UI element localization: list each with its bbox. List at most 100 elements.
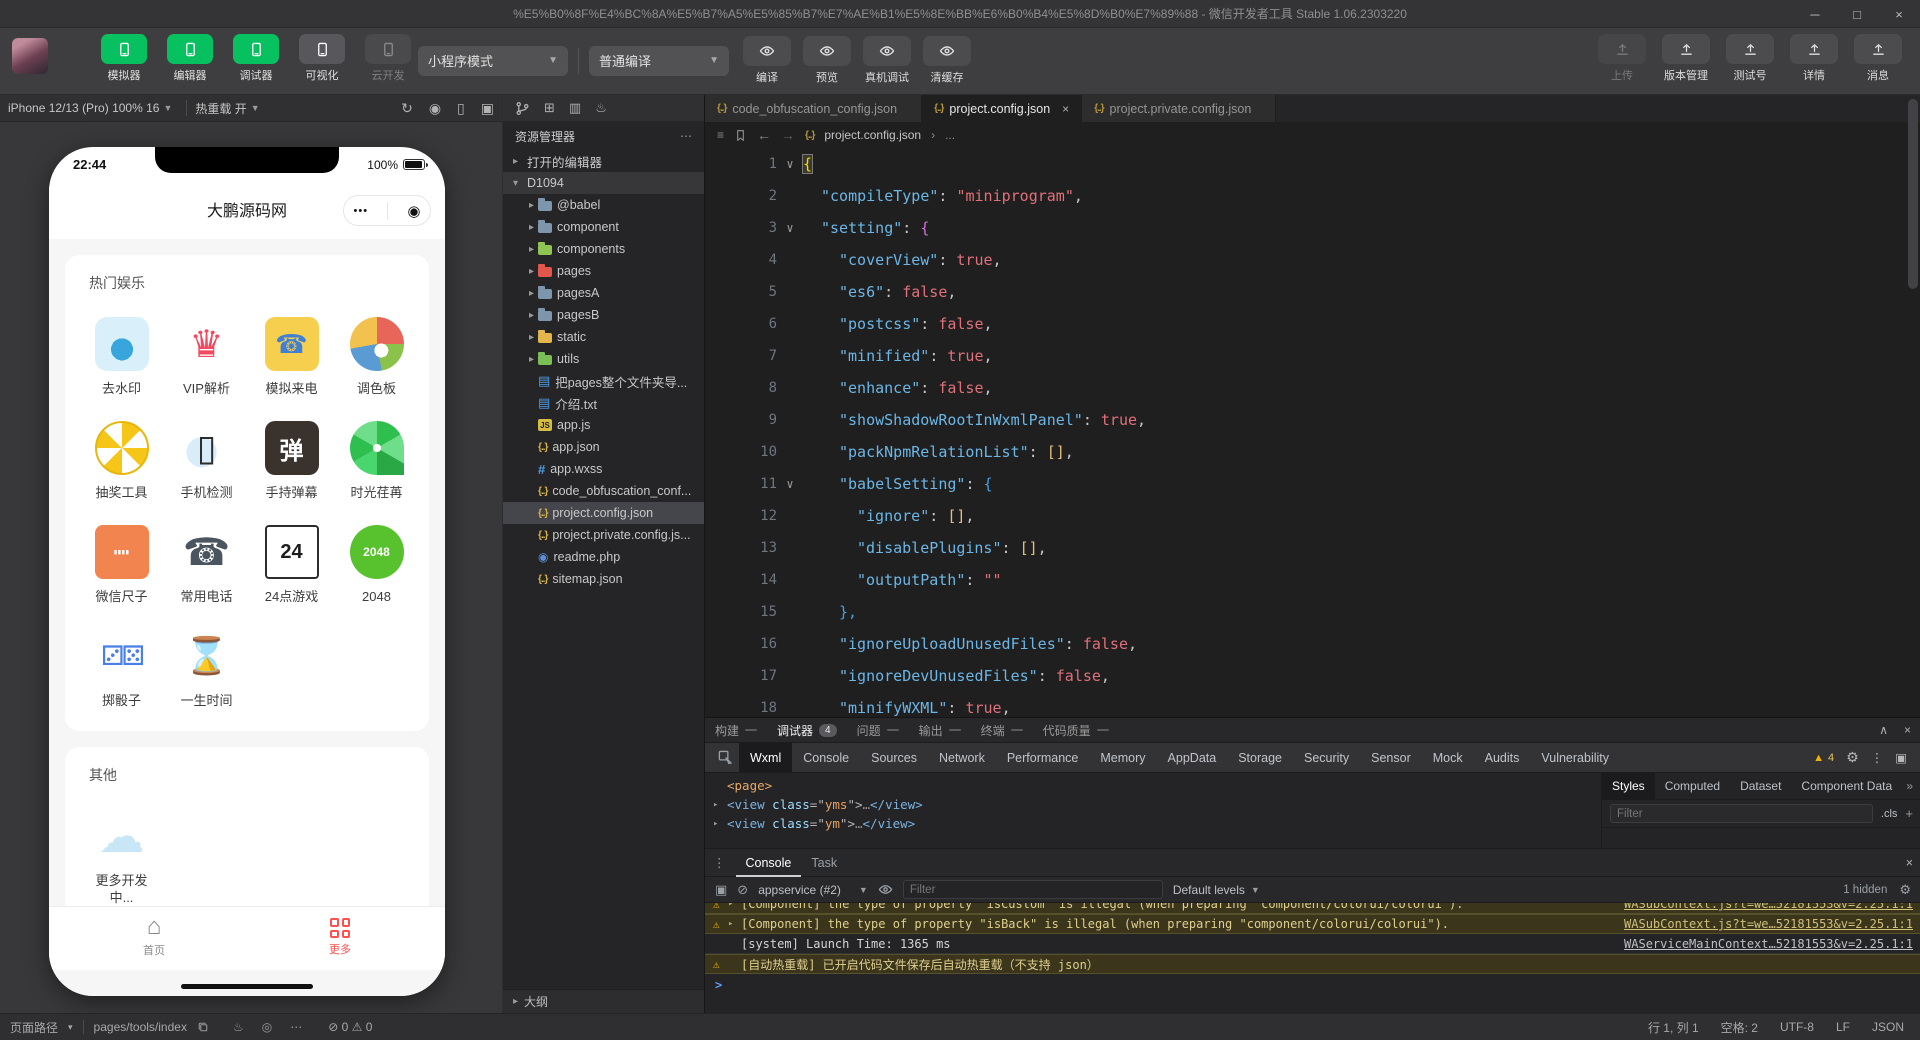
tree-row[interactable]: ▸ pagesA [503,282,704,304]
hidden-count[interactable]: 1 hidden [1843,884,1887,896]
tree-row[interactable]: {..} code_obfuscation_conf... [503,480,704,502]
git-branch-icon[interactable] [515,101,530,116]
hot-reload-toggle[interactable]: 热重载 开 [195,100,246,117]
eye-icon[interactable]: ◎ [262,1020,272,1034]
breadcrumb-file[interactable]: project.config.json [824,128,921,142]
close-tab-icon[interactable]: × [1062,102,1069,116]
menu-item[interactable] [156,0,182,28]
menu-item[interactable] [182,0,208,28]
minimize-button[interactable]: ─ [1794,0,1836,28]
more-dots-icon[interactable]: ••• [354,205,369,217]
wxml-line[interactable]: <page> [713,776,1601,795]
app-item[interactable]: 调色板 [334,317,419,397]
toolbar-action-button[interactable]: 真机调试 [859,36,915,85]
kebab-menu-icon[interactable]: ⋮ [1871,750,1884,765]
toolbar-action-button[interactable]: 预览 [799,36,855,85]
source-link[interactable]: WASubContext.js?t=we…52181553&v=2.25.1:1 [1604,917,1913,931]
devtools-tab[interactable]: Vulnerability [1530,743,1620,773]
tree-row[interactable]: JS app.js [503,414,704,436]
mode-select[interactable]: 小程序模式 ▼ [418,45,568,76]
breadcrumb-more[interactable]: ... [945,128,955,142]
console-output[interactable]: ⚠ ▸ [Component] the type of property "is… [705,903,1920,1014]
close-target-icon[interactable]: ◉ [407,202,420,220]
tree-row[interactable]: ▤ 把pages整个文件夹导... [503,370,704,392]
expand-arrow-icon[interactable]: ▸ [728,903,741,909]
wxml-tree[interactable]: <page> ▸ <view class="yms">…</view> ▸ <v… [705,773,1601,848]
add-style-icon[interactable]: + [1905,806,1913,821]
panel-toggle-button[interactable]: 模拟器 [98,34,150,83]
screenshot-icon[interactable]: ◉ [429,100,441,117]
statusbar-item[interactable]: JSON [1872,1020,1904,1034]
debugger-tab[interactable]: 代码质量 [1043,722,1109,739]
device-select[interactable]: iPhone 12/13 (Pro) 100% 16 [8,101,159,115]
app-item[interactable]: ♛ VIP解析 [164,317,249,397]
more-tabs-icon[interactable]: » [1906,779,1920,793]
statusbar-item[interactable]: LF [1836,1020,1850,1034]
expand-arrow-icon[interactable]: ▸ [713,800,727,810]
tree-row[interactable]: ▸ component [503,216,704,238]
copy-icon[interactable] [197,1021,209,1033]
log-levels-select[interactable]: Default levels ▼ [1173,883,1260,897]
menu-item[interactable] [0,0,26,28]
drawer-handle-icon[interactable]: ⋮ [713,855,726,870]
devtools-tab[interactable]: Console [792,743,860,773]
close-drawer-icon[interactable]: × [1906,856,1913,870]
console-filter-input[interactable] [902,880,1163,899]
tree-row[interactable]: ▾ D1094 [503,172,704,194]
rotate-icon[interactable]: ↻ [401,100,413,117]
problems-indicator[interactable]: ⊘ 0 ⚠ 0 [328,1020,372,1034]
menu-item[interactable] [208,0,234,28]
nav-back-icon[interactable]: ← [757,127,771,143]
panel-toggle-button[interactable]: 编辑器 [164,34,216,83]
editor-tab[interactable]: {..} project.config.json × [922,95,1083,122]
app-item[interactable]: 去水印 [79,317,164,397]
devtools-tab[interactable]: Storage [1227,743,1293,773]
menu-item[interactable] [26,0,52,28]
statusbar-item[interactable]: 空格: 2 [1721,1019,1758,1036]
tree-row[interactable]: {..} sitemap.json [503,568,704,590]
more-actions-icon[interactable]: ⋯ [680,129,692,143]
clear-console-icon[interactable]: ⊘ [737,882,748,898]
eye-icon[interactable] [878,882,893,897]
app-item[interactable]: 24 24点游戏 [249,525,334,605]
debugger-tab[interactable]: 构建 [715,722,758,739]
menu-item[interactable] [52,0,78,28]
collapse-icon[interactable]: ∧ [1879,723,1888,737]
compile-mode-select[interactable]: 普通编译 ▼ [589,45,729,76]
app-item[interactable]: ▯ 手机检测 [164,421,249,501]
styles-tab[interactable]: Computed [1655,773,1730,800]
close-button[interactable]: × [1878,0,1920,28]
detach-window-icon[interactable]: ▣ [481,100,494,117]
page-path-value[interactable]: pages/tools/index [94,1020,187,1034]
frame-context-icon[interactable]: ▣ [715,882,727,898]
fold-icon[interactable]: ∨ [777,221,803,235]
source-link[interactable]: WASubContext.js?t=we…52181553&v=2.25.1:1 [1604,903,1913,911]
app-item[interactable]: ☎ 模拟来电 [249,317,334,397]
debugger-tab[interactable]: 问题 [857,722,899,739]
wxml-line[interactable]: ▸ <view class="ym">…</view> [713,814,1601,833]
panel-toggle-button[interactable]: 可视化 [296,34,348,83]
toolbar-right-button[interactable]: 上传 [1594,34,1650,83]
tree-row[interactable]: ◉ readme.php [503,546,704,568]
code-editor[interactable]: 1 ∨ { 2 "compileType": "miniprogram", 3 … [705,148,1920,717]
editor-tab[interactable]: {..} project.private.config.json [1082,95,1277,122]
app-item[interactable]: 时光荏苒 [334,421,419,501]
teapot-icon[interactable]: ♨ [233,1020,244,1034]
tree-row[interactable]: {..} project.config.json [503,502,704,524]
fold-icon[interactable]: ∨ [777,157,803,171]
console-settings-gear-icon[interactable]: ⚙ [1899,882,1911,898]
menu-item[interactable] [130,0,156,28]
outline-section[interactable]: ▸ 大纲 [503,989,704,1013]
menu-item[interactable] [260,0,286,28]
settings-gear-icon[interactable]: ⚙ [1846,749,1859,766]
debugger-tab[interactable]: 输出 [919,722,961,739]
styles-tab[interactable]: Dataset [1730,773,1791,800]
toolbar-action-button[interactable]: 清缓存 [919,36,975,85]
warning-count[interactable]: ▲ 4 [1813,752,1834,764]
debugger-tab[interactable]: 调试器 4 [777,722,837,739]
devtools-tab[interactable]: Sensor [1360,743,1422,773]
devtools-tab[interactable]: Audits [1474,743,1531,773]
wxml-line[interactable]: ▸ <view class="yms">…</view> [713,795,1601,814]
close-icon[interactable]: × [1904,723,1911,737]
bookmark-icon[interactable] [734,129,747,142]
